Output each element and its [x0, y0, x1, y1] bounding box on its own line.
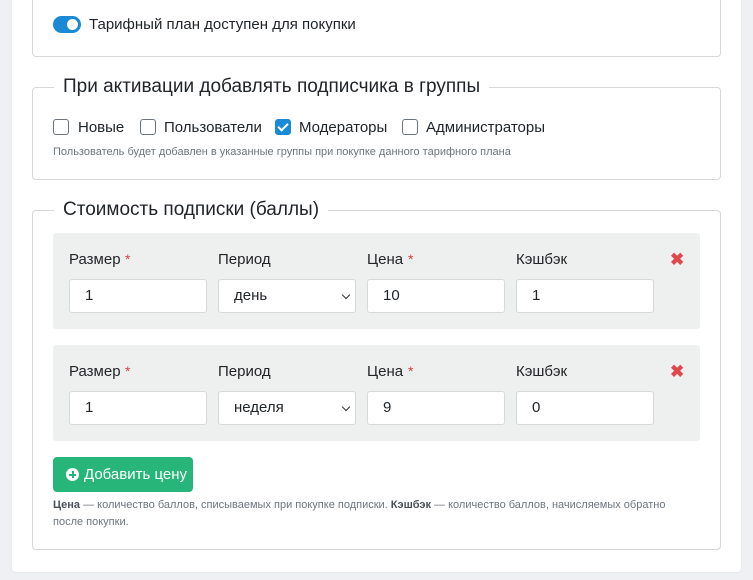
size-label: Размер [69, 251, 121, 268]
required-mark: * [408, 251, 414, 267]
period-select-value: неделя [234, 399, 284, 416]
cashback-input[interactable]: 1 [516, 279, 654, 313]
availability-toggle[interactable] [53, 16, 81, 33]
add-price-button[interactable]: Добавить цену [53, 457, 193, 492]
remove-row-button[interactable]: ✖ [670, 363, 684, 380]
cashback-input[interactable]: 0 [516, 391, 654, 425]
add-price-button-label: Добавить цену [84, 466, 188, 483]
price-input[interactable]: 9 [367, 391, 505, 425]
size-input[interactable]: 1 [69, 279, 207, 313]
checkbox-new-label: Новые [78, 119, 125, 136]
period-select[interactable]: день [218, 279, 356, 313]
price-input[interactable]: 10 [367, 279, 505, 313]
checkbox-moderators[interactable] [275, 119, 291, 135]
period-label: Период [218, 251, 271, 268]
price-help-text: Цена — количество баллов, списываемых пр… [53, 497, 693, 531]
help-cashback-term: Кэшбэк [390, 499, 431, 511]
plus-circle-icon [66, 468, 79, 481]
size-label: Размер [69, 363, 121, 380]
price-label: Цена [367, 363, 404, 380]
size-input[interactable]: 1 [69, 391, 207, 425]
period-select[interactable]: неделя [218, 391, 356, 425]
price-label: Цена [367, 251, 404, 268]
remove-row-button[interactable]: ✖ [670, 251, 684, 268]
checkbox-moderators-label: Модераторы [299, 119, 388, 136]
checkbox-users-label: Пользователи [164, 119, 262, 136]
help-price-text: — количество баллов, списываемых при пок… [80, 499, 391, 511]
groups-help-text: Пользователь будет добавлен в указанные … [53, 146, 511, 158]
required-mark: * [408, 363, 414, 379]
groups-title: При активации добавлять подписчика в гру… [54, 75, 490, 99]
required-mark: * [125, 363, 131, 379]
checkbox-users[interactable] [140, 119, 156, 135]
help-price-term: Цена [53, 499, 81, 511]
required-mark: * [125, 251, 131, 267]
period-label: Период [218, 363, 271, 380]
period-select-value: день [234, 287, 268, 304]
checkbox-new[interactable] [53, 119, 69, 135]
checkbox-admins[interactable] [402, 119, 418, 135]
cashback-label: Кэшбэк [516, 251, 568, 268]
cashback-label: Кэшбэк [516, 363, 568, 380]
price-title: Стоимость подписки (баллы) [54, 198, 329, 222]
checkbox-admins-label: Администраторы [426, 119, 546, 136]
availability-toggle-label: Тарифный план доступен для покупки [89, 16, 356, 33]
